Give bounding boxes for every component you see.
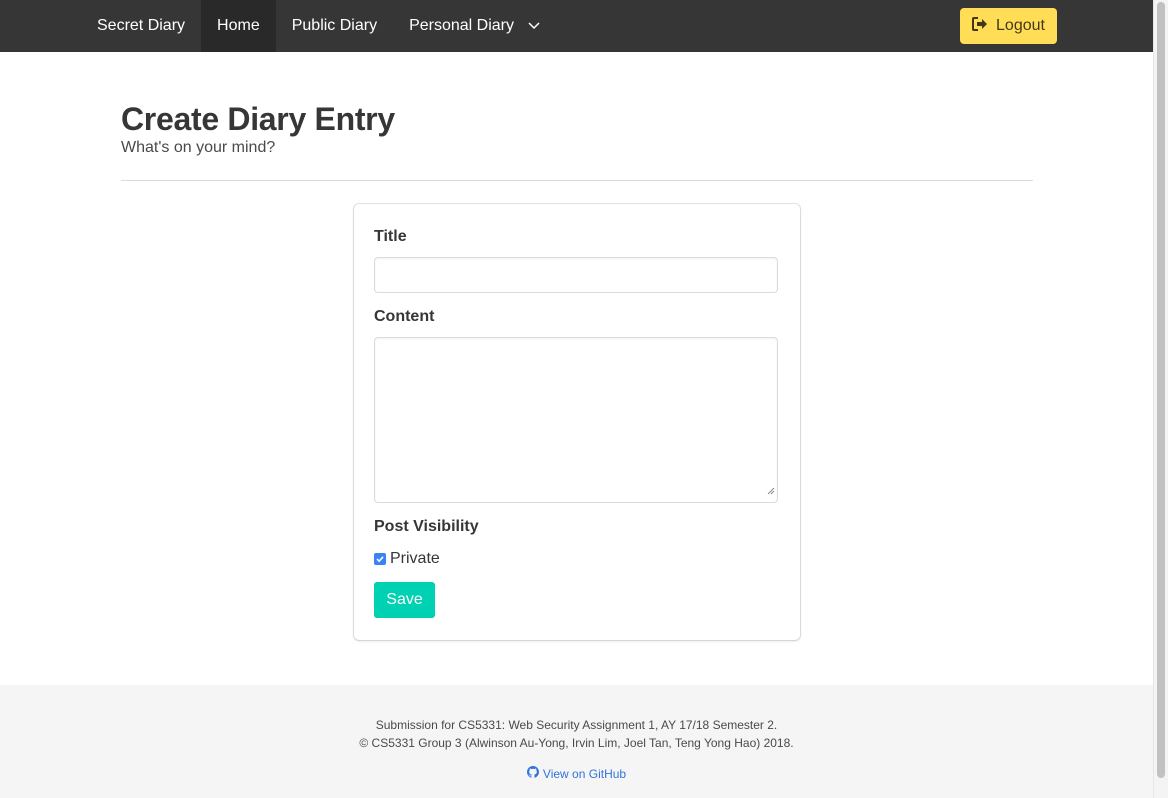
title-label: Title: [374, 228, 407, 245]
visibility-label: Post Visibility: [374, 518, 479, 535]
content-textarea[interactable]: [374, 337, 778, 503]
nav-public-diary-label: Public Diary: [291, 17, 378, 34]
github-link[interactable]: View on GitHub: [0, 766, 1153, 781]
private-option[interactable]: Private: [374, 550, 440, 568]
nav-item-home[interactable]: Home: [201, 0, 276, 52]
navbar: Secret Diary Home Public Diary Personal …: [0, 0, 1153, 52]
title-input[interactable]: [374, 257, 778, 293]
footer-copyright-text: © CS5331 Group 3 (Alwinson Au-Yong, Irvi…: [359, 736, 794, 750]
save-button[interactable]: Save: [374, 582, 435, 618]
sign-out-icon: [972, 16, 988, 36]
footer: Submission for CS5331: Web Security Assi…: [0, 685, 1153, 798]
page: Secret Diary Home Public Diary Personal …: [0, 0, 1153, 798]
chevron-down-icon: [528, 22, 540, 30]
content-label: Content: [374, 308, 435, 325]
page-subtitle: What's on your mind?: [121, 139, 276, 156]
diary-entry-form: Title Content Post Visibility Private Sa…: [354, 204, 800, 640]
scrollbar-thumb[interactable]: [1157, 2, 1165, 778]
private-checkbox[interactable]: [374, 553, 386, 565]
brand-label: Secret Diary: [97, 17, 186, 34]
logout-button[interactable]: Logout: [960, 8, 1057, 44]
logout-label: Logout: [996, 17, 1045, 34]
nav-dropdown-personal-diary[interactable]: Personal Diary: [393, 0, 556, 52]
nav-home-label: Home: [217, 17, 260, 34]
nav-personal-diary-label: Personal Diary: [409, 17, 515, 34]
save-label: Save: [386, 591, 423, 608]
github-icon: [526, 766, 539, 781]
page-header: Create Diary Entry What's on your mind?: [121, 100, 1033, 158]
navbar-brand[interactable]: Secret Diary: [81, 0, 201, 52]
private-label: Private: [390, 550, 440, 567]
divider: [121, 180, 1033, 181]
footer-submission-text: Submission for CS5331: Web Security Assi…: [375, 718, 778, 732]
page-title: Create Diary Entry: [121, 101, 395, 137]
vertical-scrollbar[interactable]: [1153, 0, 1168, 798]
github-label: View on GitHub: [542, 766, 627, 781]
resize-handle-icon[interactable]: [767, 482, 775, 500]
nav-item-public-diary[interactable]: Public Diary: [276, 0, 393, 52]
